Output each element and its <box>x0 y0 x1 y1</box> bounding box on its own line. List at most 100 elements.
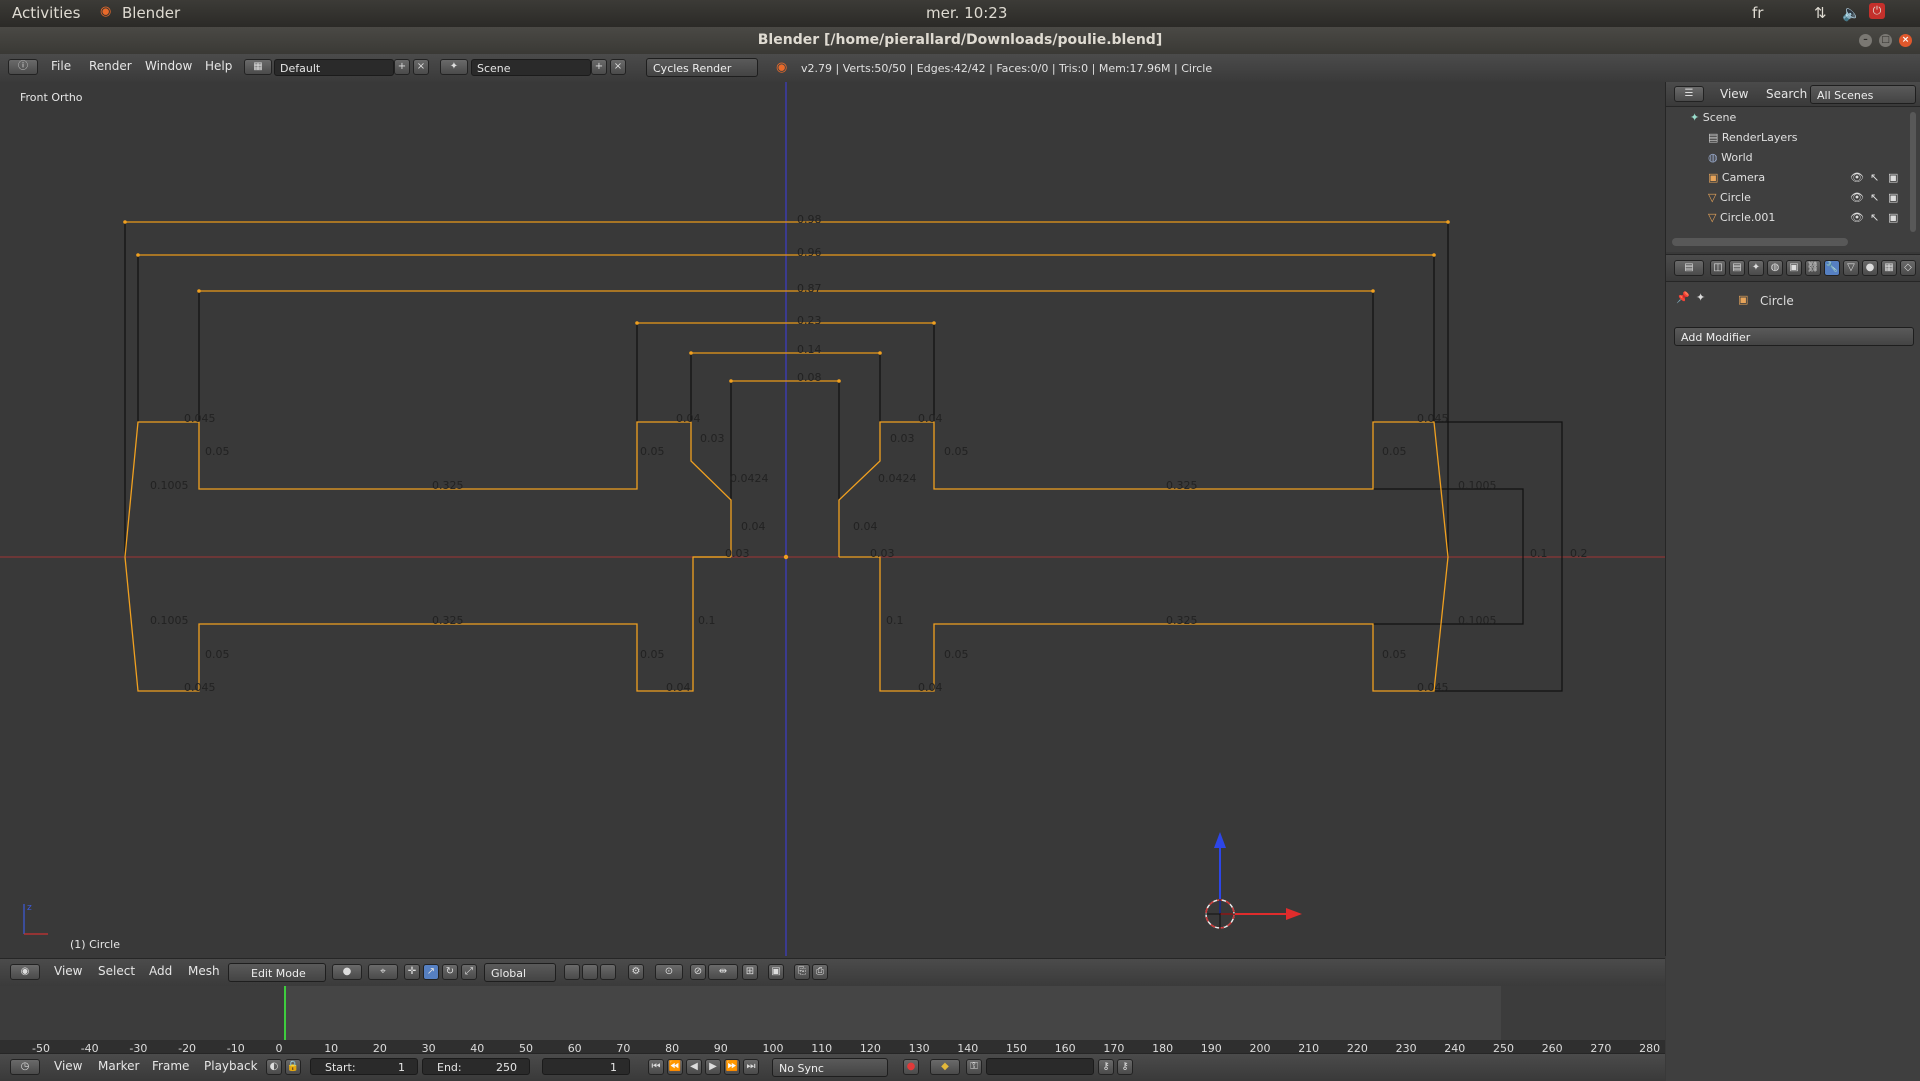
properties-editor[interactable]: ▤ ◫ ▤ ✦ ◍ ▣ ⛓ 🔧 ▽ ● ▦ ◇ 📌 ✦ ▣ Circle Add… <box>1666 254 1920 1081</box>
visibility-eye-icon[interactable]: 👁 <box>1850 211 1864 224</box>
rotate-icon[interactable]: ↻ <box>442 964 458 980</box>
material-tab-icon[interactable]: ● <box>1862 260 1878 276</box>
render-camera-icon[interactable]: ▣ <box>1888 191 1898 204</box>
keyboard-language[interactable]: fr <box>1752 4 1763 22</box>
menu-marker[interactable]: Marker <box>98 1059 139 1073</box>
insert-keyframe-icon[interactable]: ⚷ <box>1098 1059 1114 1075</box>
start-frame-field[interactable]: Start: 1 <box>310 1058 418 1075</box>
proportional-edit-icon[interactable]: ⚙ <box>628 964 644 980</box>
play-reverse-icon[interactable]: ◀ <box>686 1059 702 1075</box>
pivot-point-icon[interactable]: ⌖ <box>368 964 398 980</box>
maximize-icon[interactable]: □ <box>1879 34 1892 47</box>
sync-mode-dropdown[interactable]: No Sync <box>772 1058 888 1077</box>
layer-1-icon[interactable] <box>564 964 580 980</box>
keying-set-field[interactable] <box>986 1058 1094 1075</box>
outliner-display-mode[interactable]: All Scenes <box>1810 85 1916 104</box>
keying-set-icon[interactable]: ◆ <box>930 1059 960 1075</box>
opengl-render-icon[interactable]: ⎘ <box>794 964 810 980</box>
translate-icon[interactable]: ↗ <box>423 964 439 980</box>
render-camera-icon[interactable]: ▣ <box>1888 171 1898 184</box>
scene-item-icon: ✦ <box>1690 111 1703 124</box>
jump-start-icon[interactable]: ⏮ <box>648 1059 664 1075</box>
outliner-item-world[interactable]: ◍ World <box>1666 148 1920 168</box>
active-keying-icon[interactable]: ⚿ <box>966 1059 982 1075</box>
view3d-editor-type-icon[interactable]: ◉ <box>10 964 40 980</box>
lock-range-icon[interactable]: 🔒 <box>285 1059 301 1075</box>
minimize-icon[interactable]: – <box>1859 34 1872 47</box>
menu-select[interactable]: Select <box>98 964 135 978</box>
outliner-item-label: Circle <box>1719 191 1751 204</box>
menu-frame[interactable]: Frame <box>152 1059 189 1073</box>
outliner-item-circle-001[interactable]: ▽ Circle.001 <box>1666 208 1920 228</box>
render-preview-icon[interactable]: ▣ <box>768 964 784 980</box>
menu-add[interactable]: Add <box>149 964 172 978</box>
play-icon[interactable]: ▶ <box>705 1059 721 1075</box>
constraints-tab-icon[interactable]: ⛓ <box>1805 260 1821 276</box>
object-tab-icon[interactable]: ▣ <box>1786 260 1802 276</box>
select-arrow-icon[interactable]: ↖ <box>1870 191 1879 204</box>
scale-icon[interactable]: ⤢ <box>461 964 477 980</box>
current-frame-cursor[interactable] <box>284 986 286 1041</box>
mesh-drawing[interactable]: z <box>0 0 1665 956</box>
outliner-menu-view[interactable]: View <box>1720 87 1748 101</box>
mirror-icon[interactable]: ⊞ <box>742 964 758 980</box>
record-icon[interactable]: ● <box>903 1059 919 1075</box>
menu-mesh[interactable]: Mesh <box>188 964 220 978</box>
jump-key-back-icon[interactable]: ⏪ <box>667 1059 683 1075</box>
current-frame-field[interactable]: 1 <box>542 1058 630 1075</box>
scene-tab-icon[interactable]: ✦ <box>1748 260 1764 276</box>
jump-key-forward-icon[interactable]: ⏩ <box>724 1059 740 1075</box>
layer-3-icon[interactable] <box>600 964 616 980</box>
visibility-eye-icon[interactable]: 👁 <box>1850 171 1864 184</box>
snap-target-icon[interactable]: ⇹ <box>708 964 738 980</box>
data-tab-icon[interactable]: ▽ <box>1843 260 1859 276</box>
start-value: 1 <box>398 1061 405 1074</box>
end-frame-field[interactable]: End: 250 <box>422 1058 530 1075</box>
volume-icon[interactable]: 🔈 <box>1842 4 1861 22</box>
outliner-editor-type-icon[interactable]: ☰ <box>1674 86 1704 102</box>
layers-tab-icon[interactable]: ▤ <box>1729 260 1745 276</box>
snap-toggle-icon[interactable]: ⊘ <box>690 964 706 980</box>
outliner-item-renderlayers[interactable]: ▤ RenderLayers <box>1666 128 1920 148</box>
opengl-anim-icon[interactable]: ⎙ <box>812 964 828 980</box>
jump-end-icon[interactable]: ⏭ <box>743 1059 759 1075</box>
delete-keyframe-icon[interactable]: ⚷ <box>1117 1059 1133 1075</box>
add-modifier-dropdown[interactable]: Add Modifier <box>1674 327 1914 346</box>
viewport-shading-icon[interactable]: ● <box>332 964 362 980</box>
manipulator-toggle-icon[interactable]: ✛ <box>404 964 420 980</box>
world-tab-icon[interactable]: ◍ <box>1767 260 1783 276</box>
transform-manipulator-icon[interactable] <box>1205 832 1302 929</box>
menu-timeline-view[interactable]: View <box>54 1059 82 1073</box>
outliner-scrollbar[interactable] <box>1672 238 1848 246</box>
visibility-eye-icon[interactable]: 👁 <box>1850 191 1864 204</box>
menu-view[interactable]: View <box>54 964 82 978</box>
close-icon[interactable]: × <box>1899 34 1912 47</box>
render-tab-icon[interactable]: ◫ <box>1710 260 1726 276</box>
transform-orientation-dropdown[interactable]: Global <box>484 963 556 982</box>
modifiers-tab-icon[interactable]: 🔧 <box>1824 260 1840 276</box>
texture-tab-icon[interactable]: ▦ <box>1881 260 1897 276</box>
outliner[interactable]: ☰ View Search All Scenes ✦ Scene ▤ Rende… <box>1666 82 1920 252</box>
current-frame-value: 1 <box>610 1061 617 1074</box>
timeline-editor-type-icon[interactable]: ◷ <box>10 1059 40 1075</box>
preview-range-icon[interactable]: ◐ <box>266 1059 282 1075</box>
select-arrow-icon[interactable]: ↖ <box>1870 171 1879 184</box>
render-camera-icon[interactable]: ▣ <box>1888 211 1898 224</box>
properties-editor-type-icon[interactable]: ▤ <box>1674 260 1704 276</box>
power-icon[interactable]: ⏻ <box>1869 3 1885 19</box>
outliner-item-circle[interactable]: ▽ Circle <box>1666 188 1920 208</box>
outliner-vscrollbar[interactable] <box>1910 112 1916 232</box>
outliner-item-camera[interactable]: ▣ Camera <box>1666 168 1920 188</box>
mode-dropdown[interactable]: Edit Mode <box>228 963 326 982</box>
outliner-item-scene[interactable]: ✦ Scene <box>1666 108 1920 128</box>
snap-element-icon[interactable]: ⊙ <box>655 964 683 980</box>
outliner-header: ☰ View Search All Scenes <box>1666 82 1920 107</box>
select-arrow-icon[interactable]: ↖ <box>1870 211 1879 224</box>
timeline-area[interactable] <box>0 986 1665 1041</box>
pin-icon[interactable]: 📌 <box>1676 291 1690 304</box>
menu-playback[interactable]: Playback <box>204 1059 258 1073</box>
outliner-menu-search[interactable]: Search <box>1766 87 1807 101</box>
network-icon[interactable]: ⇅ <box>1814 4 1827 22</box>
physics-tab-icon[interactable]: ◇ <box>1900 260 1916 276</box>
layer-2-icon[interactable] <box>582 964 598 980</box>
